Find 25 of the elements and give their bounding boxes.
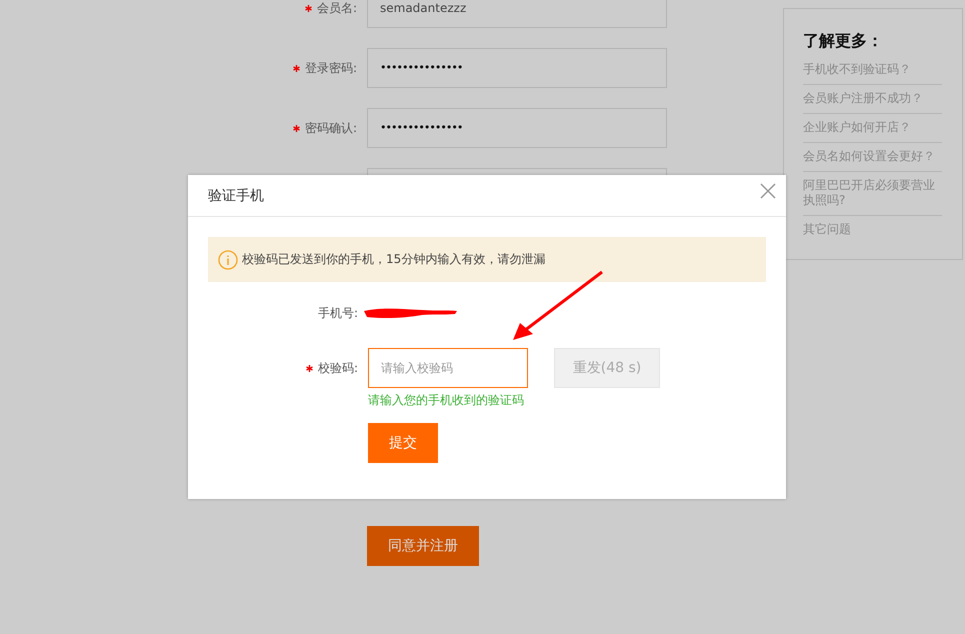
info-icon — [218, 250, 238, 270]
input-field[interactable]: semadantezzz — [367, 0, 667, 28]
notice-text: 校验码已发送到你的手机，15分钟内输入有效，请勿泄漏 — [242, 251, 546, 268]
field-label: 登录密码: — [304, 60, 357, 76]
field-label: 手机号: — [318, 304, 358, 322]
submit-button[interactable]: 提交 — [368, 423, 438, 463]
field-label: 会员名: — [316, 0, 357, 16]
field-label: 密码确认: — [304, 120, 357, 136]
help-link[interactable]: 会员账户注册不成功？ — [803, 85, 942, 114]
dialog-title: 验证手机 — [208, 186, 264, 204]
close-icon — [760, 182, 776, 198]
help-link[interactable]: 手机收不到验证码？ — [803, 56, 942, 85]
panel-title: 了解更多： — [803, 31, 884, 52]
hint-text: 请输入您的手机收到的验证码 — [368, 392, 524, 409]
field-label: 校验码: — [318, 360, 358, 376]
code-input[interactable]: 请输入校验码 — [368, 348, 528, 388]
password-field[interactable]: ••••••••••••••• — [367, 48, 667, 88]
password-field[interactable]: ••••••••••••••• — [367, 108, 667, 148]
resend-button[interactable]: 重发(48 s) — [554, 348, 660, 388]
agree-register-button[interactable]: 同意并注册 — [367, 526, 479, 566]
help-link[interactable]: 会员名如何设置会更好？ — [803, 143, 942, 172]
help-link[interactable]: 阿里巴巴开店必须要营业执照吗? — [803, 172, 942, 216]
help-link[interactable]: 其它问题 — [803, 216, 942, 244]
help-link[interactable]: 企业账户如何开店？ — [803, 114, 942, 143]
close-button[interactable] — [760, 182, 776, 198]
